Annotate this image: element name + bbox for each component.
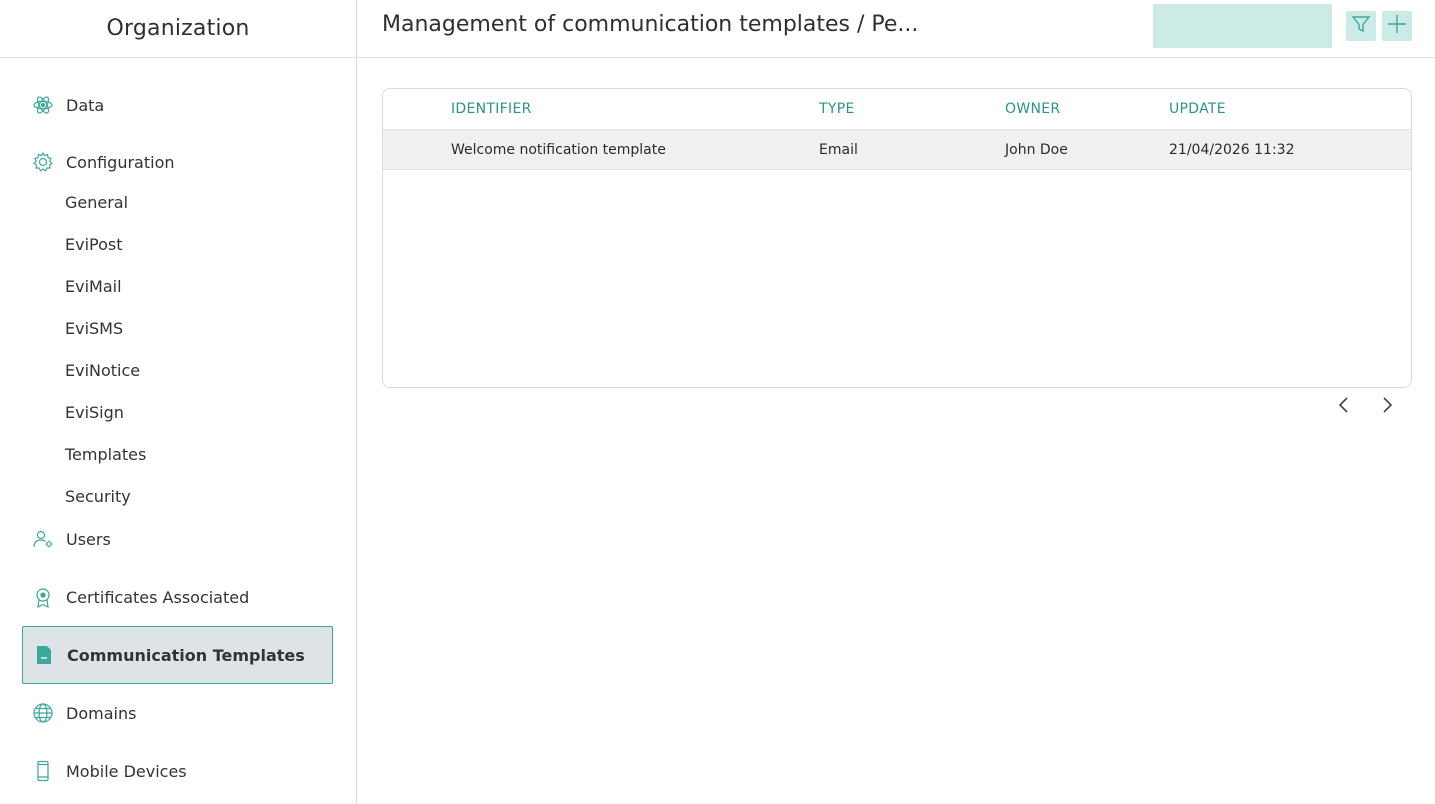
sidebar-subitem-evimail[interactable]: EviMail (65, 275, 122, 299)
sidebar-subitem-templates[interactable]: Templates (65, 443, 146, 467)
column-header-update[interactable]: UPDATE (1169, 101, 1226, 117)
sidebar-header: Organization (0, 0, 356, 58)
atom-icon (32, 94, 54, 116)
add-button[interactable] (1382, 11, 1412, 41)
sidebar-subitem-evisms[interactable]: EviSMS (65, 317, 123, 341)
globe-icon (32, 702, 54, 724)
mobile-icon (32, 760, 54, 782)
chevron-right-icon (1380, 396, 1394, 418)
templates-table: IDENTIFIER TYPE OWNER UPDATE Welcome not… (382, 88, 1412, 388)
sidebar-subitem-evisign[interactable]: EviSign (65, 401, 124, 425)
sidebar-item-data[interactable]: Data (22, 84, 333, 126)
cell-type: Email (819, 142, 858, 158)
sidebar-item-label: Configuration (66, 152, 175, 172)
certificate-icon (32, 586, 54, 608)
document-icon (33, 644, 55, 666)
search-input[interactable] (1153, 4, 1332, 48)
cell-owner: John Doe (1005, 142, 1068, 158)
sidebar-item-label: Data (66, 95, 105, 115)
table-header: IDENTIFIER TYPE OWNER UPDATE (383, 89, 1411, 130)
filter-icon (1351, 14, 1371, 38)
table-row[interactable]: Welcome notification template Email John… (383, 130, 1411, 170)
sidebar-item-certificates[interactable]: Certificates Associated (22, 576, 333, 618)
sidebar-item-label: Communication Templates (67, 645, 305, 665)
cell-update: 21/04/2026 11:32 (1169, 142, 1295, 158)
page-title: Management of communication templates / … (382, 12, 919, 37)
gear-icon (32, 151, 54, 173)
sidebar-subitem-general[interactable]: General (65, 191, 128, 215)
plus-icon (1386, 13, 1408, 39)
sidebar-item-label: Users (66, 529, 111, 549)
sidebar-item-mobile-devices[interactable]: Mobile Devices (22, 750, 333, 792)
next-page-button[interactable] (1376, 396, 1398, 418)
sidebar-subitem-security[interactable]: Security (65, 485, 131, 509)
filter-button[interactable] (1346, 11, 1376, 41)
cell-identifier: Welcome notification template (451, 142, 666, 158)
sidebar-item-label: Domains (66, 703, 137, 723)
column-header-type[interactable]: TYPE (819, 101, 855, 117)
user-settings-icon (32, 528, 54, 550)
sidebar-title: Organization (106, 16, 250, 41)
sidebar-subitem-evipost[interactable]: EviPost (65, 233, 123, 257)
sidebar-item-users[interactable]: Users (22, 518, 333, 560)
sidebar: Organization Data Configuration General … (0, 0, 357, 804)
column-header-owner[interactable]: OWNER (1005, 101, 1060, 117)
sidebar-item-label: Mobile Devices (66, 761, 187, 781)
sidebar-item-domains[interactable]: Domains (22, 692, 333, 734)
sidebar-item-configuration[interactable]: Configuration (22, 141, 333, 183)
sidebar-item-label: Certificates Associated (66, 587, 250, 607)
header-bar: Management of communication templates / … (358, 0, 1435, 58)
chevron-left-icon (1337, 396, 1351, 418)
sidebar-subitem-evinotice[interactable]: EviNotice (65, 359, 140, 383)
sidebar-item-communication-templates[interactable]: Communication Templates (22, 626, 333, 684)
prev-page-button[interactable] (1333, 396, 1355, 418)
column-header-identifier[interactable]: IDENTIFIER (451, 101, 532, 117)
